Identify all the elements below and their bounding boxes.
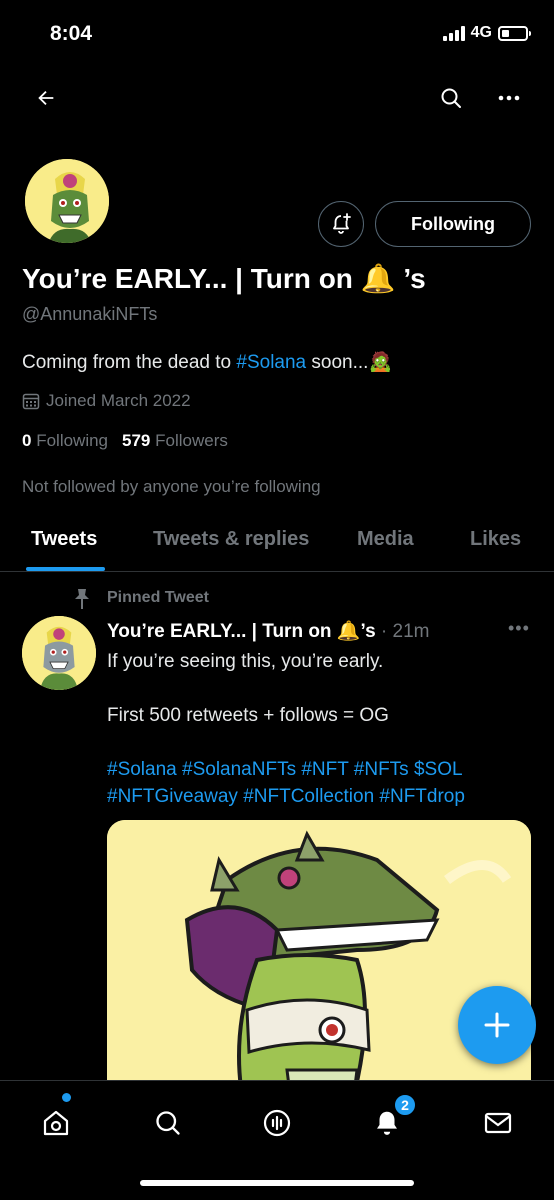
tweet-author-suffix: ’s bbox=[360, 621, 376, 642]
tweet-header: You’re EARLY... | Turn on 🔔’s · 21m bbox=[107, 619, 430, 643]
explore-icon[interactable] bbox=[148, 1103, 188, 1143]
tab-tweets[interactable]: Tweets bbox=[31, 528, 97, 551]
pinned-label: Pinned Tweet bbox=[107, 589, 209, 606]
tweet-author-name[interactable]: You’re EARLY... | Turn on bbox=[107, 621, 332, 642]
tab-tweets-replies[interactable]: Tweets & replies bbox=[153, 528, 309, 551]
tweet-text-line-1: If you’re seeing this, you’re early. bbox=[107, 651, 384, 672]
active-tab-indicator bbox=[26, 567, 105, 571]
tweet-text-line-2: First 500 retweets + follows = OG bbox=[107, 705, 389, 726]
bell-emoji: 🔔 bbox=[360, 263, 396, 294]
tweet-author-avatar[interactable] bbox=[22, 616, 96, 690]
joined-text: Joined March 2022 bbox=[46, 391, 191, 410]
followers-label: Followers bbox=[155, 431, 228, 450]
network-type: 4G bbox=[470, 24, 492, 41]
status-indicators: 4G bbox=[442, 24, 531, 42]
search-icon[interactable] bbox=[433, 80, 469, 116]
battery-icon bbox=[498, 25, 531, 41]
home-indicator bbox=[140, 1180, 414, 1186]
calendar-icon bbox=[22, 393, 40, 410]
compose-tweet-button[interactable] bbox=[458, 986, 536, 1064]
more-icon[interactable] bbox=[491, 80, 527, 116]
profile-tabs: Tweets Tweets & replies Media Likes bbox=[0, 524, 554, 572]
tab-media[interactable]: Media bbox=[357, 528, 414, 551]
home-unread-dot bbox=[62, 1093, 71, 1102]
spaces-icon[interactable] bbox=[257, 1103, 297, 1143]
notify-bell-button[interactable] bbox=[318, 201, 364, 247]
tweet-time[interactable]: · 21m bbox=[381, 621, 430, 642]
profile-bio: Coming from the dead to #Solana soon...🧟 bbox=[22, 350, 392, 374]
back-arrow-icon[interactable] bbox=[28, 80, 64, 116]
messages-icon[interactable] bbox=[478, 1103, 518, 1143]
bell-plus-icon bbox=[333, 213, 351, 234]
not-followed-notice: Not followed by anyone you’re following bbox=[22, 477, 321, 496]
followers-count: 579 bbox=[122, 431, 151, 450]
zombie-emoji: 🧟 bbox=[368, 352, 393, 373]
notifications-badge: 2 bbox=[393, 1093, 417, 1117]
pin-icon bbox=[72, 588, 92, 615]
bio-text-suffix: soon... bbox=[306, 352, 369, 373]
display-name-suffix: ’s bbox=[395, 263, 426, 294]
following-label: Following bbox=[36, 431, 109, 450]
joined-date: Joined March 2022 bbox=[22, 391, 191, 411]
following-count: 0 bbox=[22, 431, 32, 450]
tweet-media-image[interactable] bbox=[107, 820, 531, 1120]
tab-likes[interactable]: Likes bbox=[470, 528, 521, 551]
bio-text: Coming from the dead to bbox=[22, 352, 237, 373]
signal-icon bbox=[442, 25, 465, 41]
home-icon[interactable] bbox=[36, 1103, 76, 1143]
tweet-author-emoji: 🔔 bbox=[336, 621, 361, 642]
following-button[interactable]: Following bbox=[375, 201, 531, 247]
tweet-hashtags-line-1[interactable]: #Solana #SolanaNFTs #NFT #NFTs $SOL bbox=[107, 759, 463, 781]
tweet-more-icon[interactable]: ••• bbox=[508, 618, 530, 639]
followers-count-link[interactable]: 579 Followers bbox=[122, 431, 228, 451]
tweet-hashtags-line-2[interactable]: #NFTGiveaway #NFTCollection #NFTdrop bbox=[107, 786, 465, 808]
profile-avatar[interactable] bbox=[22, 156, 112, 246]
display-name: You’re EARLY... | Turn on 🔔 ’s bbox=[22, 262, 426, 295]
bio-hashtag-link[interactable]: #Solana bbox=[236, 352, 306, 373]
follow-stats: 0 Following 579 Followers bbox=[22, 431, 228, 451]
display-name-text: You’re EARLY... | Turn on bbox=[22, 263, 361, 294]
following-count-link[interactable]: 0 Following bbox=[22, 431, 108, 451]
profile-handle: @AnnunakiNFTs bbox=[22, 304, 158, 324]
plus-icon bbox=[484, 1012, 510, 1038]
status-time: 8:04 bbox=[50, 22, 93, 45]
